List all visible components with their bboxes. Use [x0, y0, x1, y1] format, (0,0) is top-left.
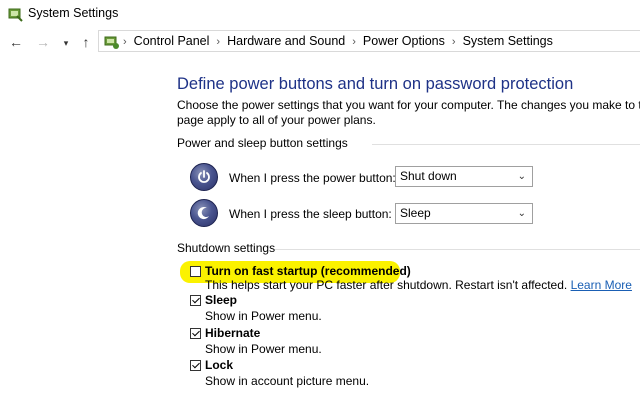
sleep-icon: [190, 199, 218, 227]
shutdown-section-heading: Shutdown settings: [177, 241, 276, 255]
sleep-button-select-value: Sleep: [400, 206, 431, 220]
power-section-heading: Power and sleep button settings: [177, 136, 348, 150]
fast-startup-checkbox[interactable]: [190, 266, 201, 277]
address-bar[interactable]: › Control Panel › Hardware and Sound › Power …: [98, 30, 640, 52]
hibernate-checkbox[interactable]: [190, 328, 201, 339]
control-panel-icon: [104, 34, 120, 50]
description-line-1: Choose the power settings that you want …: [177, 98, 640, 112]
sleep-button-select[interactable]: Sleep ⌄: [395, 203, 533, 224]
power-button-label: When I press the power button:: [229, 171, 396, 185]
sleep-button-label: When I press the sleep button:: [229, 207, 392, 221]
breadcrumb-separator: ›: [216, 36, 221, 48]
power-button-select-value: Shut down: [400, 169, 457, 183]
hibernate-option-label[interactable]: Hibernate: [205, 326, 260, 340]
chevron-down-icon: ⌄: [517, 208, 526, 219]
chevron-down-icon: ⌄: [517, 171, 526, 182]
section-divider: [275, 249, 640, 250]
breadcrumb-separator: ›: [451, 36, 456, 48]
up-arrow-icon[interactable]: ↑: [78, 32, 94, 52]
fast-startup-description: This helps start your PC faster after sh…: [205, 278, 632, 292]
learn-more-link[interactable]: Learn More: [571, 278, 632, 292]
breadcrumb-separator: ›: [123, 36, 127, 48]
power-icon: [190, 163, 218, 191]
breadcrumb-power-options[interactable]: Power Options: [363, 34, 445, 48]
breadcrumb-hardware-and-sound[interactable]: Hardware and Sound: [227, 34, 345, 48]
window-title: System Settings: [28, 6, 119, 20]
breadcrumb-separator: ›: [352, 36, 356, 48]
fast-startup-label[interactable]: Turn on fast startup (recommended): [205, 264, 411, 278]
page-description: Choose the power settings that you want …: [177, 98, 640, 128]
breadcrumb: › Control Panel › Hardware and Sound › Power …: [123, 34, 553, 48]
breadcrumb-control-panel[interactable]: Control Panel: [134, 34, 210, 48]
lock-checkbox[interactable]: [190, 360, 201, 371]
power-button-select[interactable]: Shut down ⌄: [395, 166, 533, 187]
forward-arrow-icon[interactable]: →: [34, 32, 52, 52]
page-title: Define power buttons and turn on passwor…: [177, 75, 574, 93]
sleep-option-description: Show in Power menu.: [205, 309, 322, 323]
main-content: Define power buttons and turn on passwor…: [0, 54, 640, 397]
hibernate-option-description: Show in Power menu.: [205, 342, 322, 356]
power-options-app-icon: [8, 7, 24, 23]
back-arrow-icon[interactable]: ←: [7, 32, 25, 52]
sleep-option-label[interactable]: Sleep: [205, 293, 237, 307]
lock-option-description: Show in account picture menu.: [205, 374, 370, 388]
breadcrumb-system-settings[interactable]: System Settings: [463, 34, 553, 48]
chevron-down-icon[interactable]: ▾: [60, 33, 72, 53]
section-divider: [372, 144, 640, 145]
description-line-2: page apply to all of your power plans.: [177, 113, 376, 127]
fast-startup-description-text: This helps start your PC faster after sh…: [205, 278, 568, 292]
sleep-checkbox[interactable]: [190, 295, 201, 306]
lock-option-label[interactable]: Lock: [205, 358, 233, 372]
title-bar: System Settings: [0, 0, 640, 30]
navigation-bar: ← → ▾ ↑ › Control Panel › Hardware and Soun…: [0, 30, 640, 54]
